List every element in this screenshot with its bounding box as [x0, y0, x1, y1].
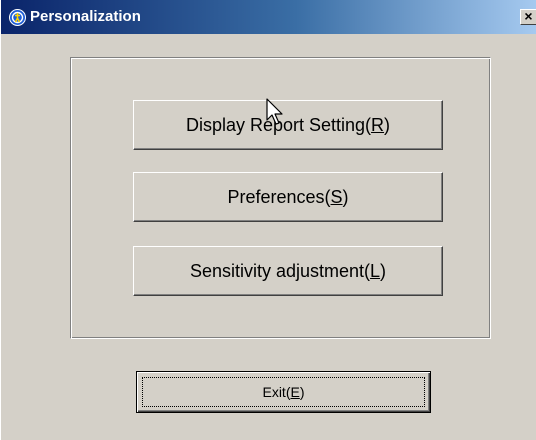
sensitivity-adjustment-label: Sensitivity adjustment(	[189, 261, 371, 281]
preferences-suffix: )	[342, 187, 349, 207]
display-report-setting-label: Display Report Setting(	[185, 115, 372, 135]
exit-button[interactable]: Exit(E)	[136, 371, 431, 413]
title-bar[interactable]: Personalization ×	[1, 0, 536, 34]
display-report-setting-button[interactable]: Display Report Setting(R)	[133, 100, 443, 150]
exit-mnemonic: E	[290, 384, 300, 400]
sensitivity-adjustment-suffix: )	[380, 261, 387, 281]
app-shield-icon	[9, 9, 26, 26]
display-report-setting-mnemonic: R	[371, 115, 385, 135]
exit-suffix: )	[299, 384, 305, 400]
sensitivity-adjustment-button[interactable]: Sensitivity adjustment(L)	[133, 246, 443, 296]
exit-label: Exit(	[262, 384, 291, 400]
window-title: Personalization	[30, 8, 141, 25]
personalization-dialog: Personalization × Display Report Setting…	[0, 0, 536, 440]
preferences-button[interactable]: Preferences(S)	[133, 172, 443, 222]
close-button[interactable]: ×	[520, 9, 536, 25]
preferences-label: Preferences(	[227, 187, 331, 207]
preferences-mnemonic: S	[330, 187, 343, 207]
sensitivity-adjustment-mnemonic: L	[370, 261, 381, 281]
display-report-setting-suffix: )	[384, 115, 391, 135]
close-icon: ×	[524, 9, 533, 24]
